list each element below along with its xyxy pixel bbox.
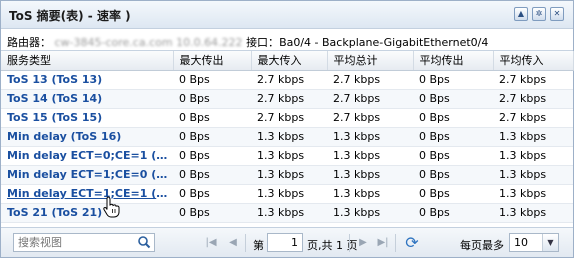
column-header[interactable]: 平均总计 [327,51,414,71]
service-type-link[interactable]: ToS 13 (ToS 13) [1,70,173,90]
router-label: 路由器： [7,36,51,49]
max-out-cell: 0 Bps [173,184,251,204]
column-header[interactable]: 平均传出 [413,51,494,71]
refresh-icon[interactable]: ⟳ [403,234,421,252]
avg-out-cell: 0 Bps [413,184,493,204]
search-icon[interactable] [137,235,151,250]
avg-total-cell: 2.7 kbps [327,70,413,90]
interface-label: 接口： [246,36,280,49]
avg-out-cell: 0 Bps [413,70,493,90]
column-header[interactable]: 平均传入 [493,51,574,71]
service-type-link[interactable]: ToS 14 (ToS 14) [1,89,173,109]
max-out-cell: 0 Bps [173,165,251,185]
avg-in-cell: 1.3 kbps [493,146,573,166]
avg-total-cell: 1.3 kbps [327,146,413,166]
service-type-link[interactable]: Min delay ECT=0;CE=1 (ToS... [1,146,173,166]
max-out-cell: 0 Bps [173,108,251,128]
avg-total-cell: 1.3 kbps [327,127,413,147]
per-page-select[interactable]: 10 ▼ [509,233,559,252]
per-page-value: 10 [514,236,528,249]
max-in-cell: 2.7 kbps [251,70,327,90]
avg-in-cell: 1.3 kbps [493,184,573,204]
avg-out-cell: 0 Bps [413,108,493,128]
max-in-cell: 1.3 kbps [251,146,327,166]
table-row: ToS 15 (ToS 15) 0 Bps 2.7 kbps 2.7 kbps … [1,108,573,128]
service-type-link[interactable]: Min delay ECT=1;CE=1 (ToS... [1,184,173,204]
service-type-link[interactable]: Min delay ECT=1;CE=0 (ToS... [1,165,173,185]
service-type-link[interactable]: Min delay (ToS 16) [1,127,173,147]
tos-summary-panel: ToS 摘要(表) - 速率 ) ▲ ✲ ✕ 路由器： cw-3845-core… [0,0,574,258]
avg-total-cell: 2.7 kbps [327,108,413,128]
avg-in-cell: 1.3 kbps [493,203,573,223]
avg-in-cell: 2.7 kbps [493,70,573,90]
avg-out-cell: 0 Bps [413,146,493,166]
next-page-icon[interactable]: ▶ [357,236,369,249]
pagination-footer: |◀ ◀ 第 1 页,共 1 页 ▶ ▶| ⟳ 每页最多 10 ▼ [1,227,573,257]
max-in-cell: 2.7 kbps [251,89,327,109]
avg-out-cell: 0 Bps [413,89,493,109]
tos-table: 服务类型 最大传出 最大传入 平均总计 平均传出 平均传入 ToS 13 (To… [1,51,574,223]
up-arrow-icon[interactable]: ▲ [514,7,528,21]
max-out-cell: 0 Bps [173,127,251,147]
max-out-cell: 0 Bps [173,89,251,109]
router-value: cw-3845-core.ca.com 10.0.64.222 [54,36,243,49]
panel-titlebar: ToS 摘要(表) - 速率 ) ▲ ✲ ✕ [1,1,573,29]
per-page-label: 每页最多 [460,239,504,252]
chevron-down-icon[interactable]: ▼ [542,234,558,251]
page-number-input[interactable]: 1 [267,233,303,252]
hand-cursor-icon [103,196,120,218]
table-row: Min delay ECT=1;CE=1 (ToS... 0 Bps 1.3 k… [1,184,573,204]
avg-total-cell: 2.7 kbps [327,89,413,109]
prev-page-icon[interactable]: ◀ [227,236,239,249]
search-box [13,233,155,252]
max-in-cell: 1.3 kbps [251,184,327,204]
table-row: ToS 14 (ToS 14) 0 Bps 2.7 kbps 2.7 kbps … [1,89,573,109]
avg-in-cell: 1.3 kbps [493,165,573,185]
column-header[interactable]: 服务类型 [1,51,174,71]
table-header-row: 服务类型 最大传出 最大传入 平均总计 平均传出 平均传入 [1,51,574,71]
avg-in-cell: 1.3 kbps [493,127,573,147]
max-in-cell: 1.3 kbps [251,127,327,147]
avg-out-cell: 0 Bps [413,203,493,223]
page-prefix: 第 [253,239,264,252]
first-page-icon[interactable]: |◀ [205,236,217,249]
close-icon[interactable]: ✕ [550,7,564,21]
avg-total-cell: 1.3 kbps [327,165,413,185]
avg-in-cell: 2.7 kbps [493,108,573,128]
service-type-link[interactable]: ToS 21 (ToS 21) [1,203,173,223]
table-row: ToS 21 (ToS 21) 0 Bps 1.3 kbps 1.3 kbps … [1,203,573,223]
service-type-link[interactable]: ToS 15 (ToS 15) [1,108,173,128]
max-in-cell: 1.3 kbps [251,203,327,223]
panel-title: ToS 摘要(表) - 速率 ) [9,9,131,23]
avg-out-cell: 0 Bps [413,165,493,185]
column-header[interactable]: 最大传入 [251,51,328,71]
search-input[interactable] [14,234,132,251]
separator [395,234,396,252]
max-out-cell: 0 Bps [173,146,251,166]
interface-value: Ba0/4 - Backplane-GigabitEthernet0/4 [279,36,489,49]
avg-total-cell: 1.3 kbps [327,203,413,223]
last-page-icon[interactable]: ▶| [377,236,389,249]
max-in-cell: 2.7 kbps [251,108,327,128]
table-row: Min delay (ToS 16) 0 Bps 1.3 kbps 1.3 kb… [1,127,573,147]
table-row: Min delay ECT=1;CE=0 (ToS... 0 Bps 1.3 k… [1,165,573,185]
max-in-cell: 1.3 kbps [251,165,327,185]
max-out-cell: 0 Bps [173,203,251,223]
context-infobar: 路由器： cw-3845-core.ca.com 10.0.64.222 接口：… [1,29,573,51]
avg-out-cell: 0 Bps [413,127,493,147]
column-header[interactable]: 最大传出 [173,51,252,71]
separator [349,234,350,252]
avg-total-cell: 1.3 kbps [327,184,413,204]
max-out-cell: 0 Bps [173,70,251,90]
table-row: ToS 13 (ToS 13) 0 Bps 2.7 kbps 2.7 kbps … [1,70,573,90]
avg-in-cell: 2.7 kbps [493,89,573,109]
separator [245,234,246,252]
table-row: Min delay ECT=0;CE=1 (ToS... 0 Bps 1.3 k… [1,146,573,166]
gear-icon[interactable]: ✲ [532,7,546,21]
